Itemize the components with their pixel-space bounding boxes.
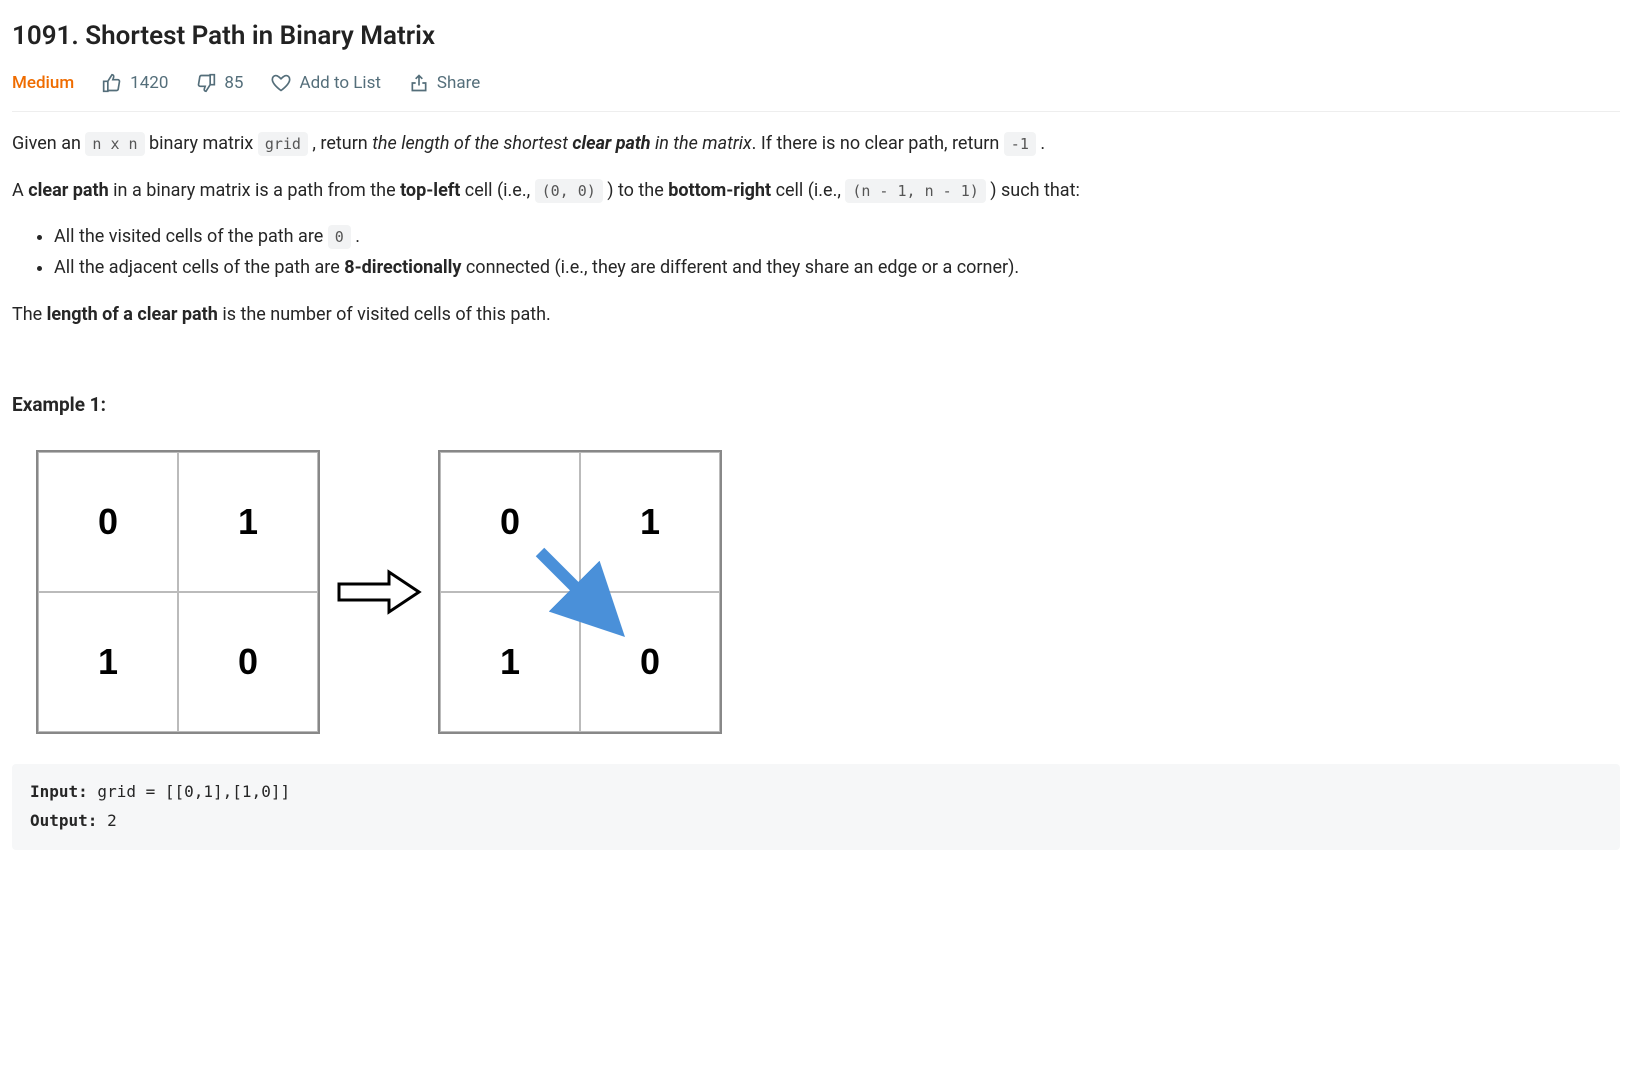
example-diagram: 0 1 1 0 0 1 1 0 [36,450,1620,734]
text: 8-directionally [344,257,461,278]
text: top-left [400,180,460,201]
matrix-cell: 0 [178,592,318,732]
text: clear path [28,180,109,201]
matrix-cell: 1 [440,592,580,732]
text: clear path [572,133,650,154]
upvote-button[interactable]: 1420 [102,70,168,97]
text: ) such that: [986,180,1080,201]
text: . [351,226,360,247]
text: bottom-right [668,180,771,201]
meta-row: Medium 1420 85 Add to List Share [12,70,1620,112]
text: All the visited cells of the path are [54,226,328,247]
thumbs-down-icon [196,73,216,93]
code-neg1: -1 [1004,132,1036,156]
code-nxn: n x n [85,132,144,156]
heart-icon [271,73,291,93]
share-label: Share [437,70,480,97]
downvote-button[interactable]: 85 [196,70,243,97]
code-n1: (n - 1, n - 1) [845,179,985,203]
output-value: 2 [97,811,116,830]
code-0: 0 [328,225,351,249]
text: A [12,180,28,201]
text: , return [308,133,372,154]
paragraph-1: Given an n x n binary matrix grid , retu… [12,130,1620,159]
text: is the number of visited cells of this p… [218,304,551,325]
text: connected (i.e., they are different and … [461,257,1019,278]
text: ) to the [603,180,668,201]
matrix-cell: 0 [38,452,178,592]
problem-title: 1091. Shortest Path in Binary Matrix [12,16,1620,58]
matrix-cell: 1 [580,452,720,592]
input-value: grid = [[0,1],[1,0]] [88,782,290,801]
thumbs-up-icon [102,73,122,93]
matrix-cell: 0 [440,452,580,592]
difficulty-badge: Medium [12,70,74,97]
downvote-count: 85 [224,70,243,97]
paragraph-3: The length of a clear path is the number… [12,301,1620,330]
text: . [1036,133,1045,154]
text: All the adjacent cells of the path are [54,257,344,278]
add-to-list-label: Add to List [299,70,380,97]
text: binary matrix [145,133,258,154]
input-label: Input: [30,782,88,801]
matrix-cell: 1 [38,592,178,732]
text: cell (i.e., [460,180,534,201]
text: in the matrix [651,133,752,154]
list-item: All the visited cells of the path are 0 … [54,223,1620,252]
text: . If there is no clear path, return [752,133,1004,154]
text: cell (i.e., [771,180,845,201]
matrix-cell: 0 [580,592,720,732]
text: the length of the shortest [372,133,572,154]
list-item: All the adjacent cells of the path are 8… [54,254,1620,283]
upvote-count: 1420 [130,70,168,97]
add-to-list-button[interactable]: Add to List [271,70,380,97]
output-label: Output: [30,811,97,830]
matrix-cell: 1 [178,452,318,592]
matrix-before: 0 1 1 0 [36,450,320,734]
text: in a binary matrix is a path from the [109,180,400,201]
example-heading: Example 1: [12,390,1620,420]
text: The [12,304,47,325]
share-button[interactable]: Share [409,70,480,97]
share-icon [409,73,429,93]
example-io: Input: grid = [[0,1],[1,0]] Output: 2 [12,764,1620,850]
code-grid: grid [258,132,308,156]
arrow-right-icon [334,562,424,622]
code-00: (0, 0) [535,179,603,203]
text: length of a clear path [47,304,218,325]
matrix-after: 0 1 1 0 [438,450,722,734]
paragraph-2: A clear path in a binary matrix is a pat… [12,177,1620,206]
rules-list: All the visited cells of the path are 0 … [12,223,1620,283]
text: Given an [12,133,85,154]
